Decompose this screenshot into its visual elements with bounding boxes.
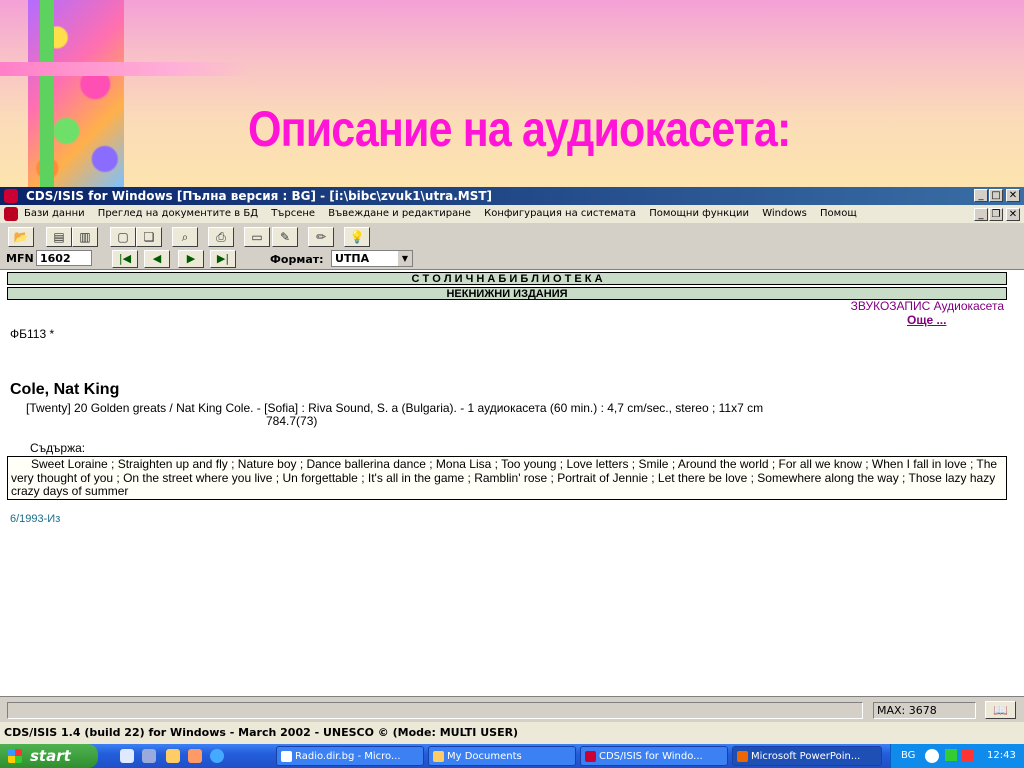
decorative-pink-bar	[0, 62, 250, 76]
system-tray: BG 12:43	[890, 744, 1024, 768]
cdsisis-task-icon	[585, 751, 596, 762]
menubar: Бази данни Преглед на документите в БД Т…	[0, 205, 1024, 223]
start-button[interactable]: start	[0, 744, 98, 768]
printer-icon[interactable]: ⎙	[208, 227, 234, 247]
language-indicator[interactable]: BG	[901, 744, 915, 768]
doc-close-button[interactable]: ✕	[1006, 208, 1020, 221]
back-arrow-icon[interactable]	[925, 749, 939, 763]
network-icon[interactable]	[945, 749, 957, 761]
status-field	[7, 702, 863, 719]
doc-icon[interactable]	[4, 207, 18, 221]
pencil-icon[interactable]: ✏	[308, 227, 334, 247]
mfn-input[interactable]: 1602	[36, 250, 92, 266]
powerpoint-icon	[737, 751, 748, 762]
contents-label: Съдържа:	[30, 441, 86, 455]
mfn-label: MFN	[6, 252, 34, 265]
inventory-code: 6/1993-Из	[10, 513, 61, 525]
status-bar: MAX: 3678 📖	[0, 696, 1024, 723]
menu-config[interactable]: Конфигурация на системата	[484, 205, 636, 223]
window-icon[interactable]: ▭	[244, 227, 270, 247]
search-icon[interactable]: ⌕	[172, 227, 198, 247]
media-icon[interactable]	[188, 749, 202, 763]
format-select[interactable]: UTПА ▼	[331, 250, 413, 267]
menu-windows[interactable]: Windows	[762, 205, 807, 223]
tools-icon[interactable]: ✎	[272, 227, 298, 247]
copy-icon[interactable]: ❏	[136, 227, 162, 247]
slide-background: Описание на аудиокасета:	[0, 0, 1024, 187]
app-titlebar[interactable]: CDS/ISIS for Windows [Пълна версия : BG]…	[0, 187, 1024, 205]
version-info: CDS/ISIS 1.4 (build 22) for Windows - Ma…	[0, 722, 1024, 744]
task-powerpoint[interactable]: Microsoft PowerPoin...	[732, 746, 882, 766]
doc-restore-button[interactable]: ❐	[989, 208, 1003, 221]
task-my-documents[interactable]: My Documents	[428, 746, 576, 766]
clock: 12:43	[987, 750, 1016, 761]
slide-title: Описание на аудиокасета:	[248, 101, 791, 157]
lightbulb-icon[interactable]: 💡	[344, 227, 370, 247]
maximize-button[interactable]: □	[989, 189, 1003, 202]
menu-edit[interactable]: Въвеждане и редактиране	[328, 205, 471, 223]
antivirus-icon[interactable]	[961, 749, 973, 761]
task-cdsisis[interactable]: CDS/ISIS for Windo...	[580, 746, 728, 766]
contents-box: Sweet Loraine ; Straighten up and fly ; …	[7, 456, 1007, 500]
toolbar: 📂 ▤ ▥ ▢ ❏ ⌕ ⎙ ▭ ✎ ✏ 💡 MFN 1602 |◀ ◀ ▶ ▶|…	[0, 223, 1024, 270]
folder-icon	[433, 751, 444, 762]
ie-icon[interactable]	[210, 749, 224, 763]
prev-record-icon[interactable]: ◀	[144, 250, 170, 268]
start-label: start	[30, 747, 71, 765]
menu-browse[interactable]: Преглед на документите в БД	[98, 205, 258, 223]
material-type: ЗВУКОЗАПИС Аудиокасета	[850, 299, 1004, 313]
windows-logo-icon	[8, 749, 22, 763]
menu-help[interactable]: Помощ	[820, 205, 857, 223]
ie-task-icon	[281, 751, 292, 762]
window-title: CDS/ISIS for Windows [Пълна версия : BG]…	[26, 189, 493, 203]
menu-search[interactable]: Търсене	[271, 205, 315, 223]
book-icon[interactable]: 📖	[985, 701, 1016, 719]
messenger-icon[interactable]	[166, 749, 180, 763]
decorative-green-bar	[40, 0, 54, 187]
max-records: MAX: 3678	[873, 702, 976, 719]
chevron-down-icon[interactable]: ▼	[398, 251, 412, 266]
explorer-icon[interactable]	[142, 749, 156, 763]
app-icon[interactable]	[4, 189, 18, 203]
close-button[interactable]: ✕	[1006, 189, 1020, 202]
format-label: Формат:	[270, 253, 324, 266]
print-icon[interactable]: ▤	[46, 227, 72, 247]
more-link[interactable]: Още ...	[907, 313, 946, 327]
clipboard-icon[interactable]: ▢	[110, 227, 136, 247]
library-header: С Т О Л И Ч Н А Б И Б Л И О Т Е К А	[7, 272, 1007, 285]
classification: 784.7(73)	[266, 414, 318, 428]
first-record-icon[interactable]: |◀	[112, 250, 138, 268]
record-display: С Т О Л И Ч Н А Б И Б Л И О Т Е К А НЕКН…	[0, 270, 1024, 696]
author-heading: Cole, Nat King	[10, 381, 120, 398]
open-folder-icon[interactable]: 📂	[8, 227, 34, 247]
print-setup-icon[interactable]: ▥	[72, 227, 98, 247]
doc-minimize-button[interactable]: _	[974, 208, 988, 221]
menu-utilities[interactable]: Помощни функции	[649, 205, 749, 223]
bibliographic-description: [Twenty] 20 Golden greats / Nat King Col…	[26, 401, 764, 415]
menu-databases[interactable]: Бази данни	[24, 205, 85, 223]
last-record-icon[interactable]: ▶|	[210, 250, 236, 268]
taskbar: start Radio.dir.bg - Micro... My Documen…	[0, 744, 1024, 768]
desktop-icon[interactable]	[120, 749, 134, 763]
next-record-icon[interactable]: ▶	[178, 250, 204, 268]
minimize-button[interactable]: _	[974, 189, 988, 202]
shelfmark: ФБ113 *	[10, 327, 55, 341]
format-value: UTПА	[335, 252, 370, 265]
task-radio[interactable]: Radio.dir.bg - Micro...	[276, 746, 424, 766]
